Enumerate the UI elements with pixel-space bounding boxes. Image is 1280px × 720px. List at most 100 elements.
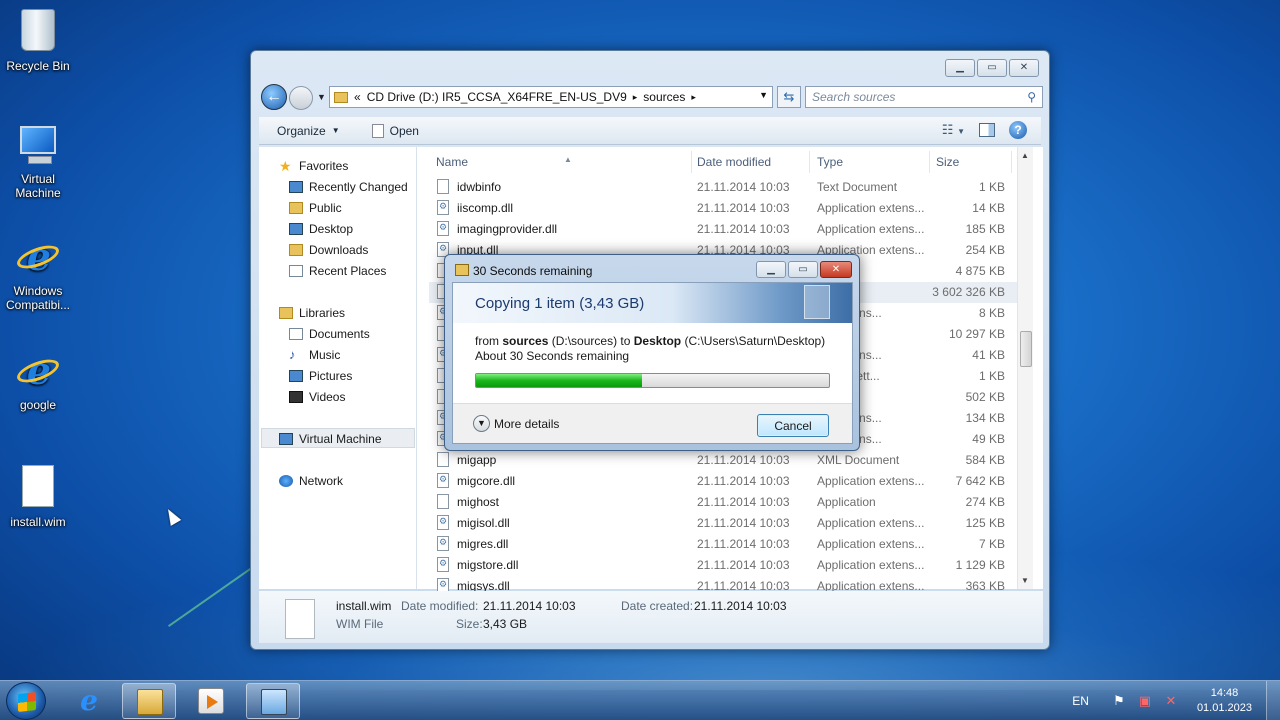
scrollbar-thumb[interactable] xyxy=(1020,331,1032,367)
cell-name: imagingprovider.dll xyxy=(457,222,558,236)
details-modified-label: Date modified: xyxy=(401,599,479,613)
more-details-toggle[interactable]: ▼ More details xyxy=(473,415,559,432)
minimize-button[interactable]: ▁ xyxy=(945,59,975,77)
nav-libraries[interactable]: Libraries xyxy=(279,304,345,322)
column-header-type[interactable]: Type xyxy=(817,151,843,173)
taskbar-copy-progress[interactable] xyxy=(246,683,300,719)
column-header-name[interactable]: Name ▲ xyxy=(436,151,572,173)
refresh-button[interactable]: ⇆ xyxy=(777,86,801,108)
preview-pane-icon[interactable] xyxy=(979,123,995,137)
organize-button[interactable]: Organize ▼ xyxy=(277,124,340,138)
destination-link[interactable]: Desktop xyxy=(634,334,681,348)
source-link[interactable]: sources xyxy=(502,334,548,348)
search-placeholder: Search sources xyxy=(812,90,896,104)
nav-virtual-machine[interactable]: Virtual Machine xyxy=(279,430,382,448)
nav-recent-places[interactable]: Recent Places xyxy=(289,262,386,280)
scroll-up-icon[interactable]: ▲ xyxy=(1021,151,1029,160)
recent-places-icon xyxy=(289,265,303,277)
cell-size: 10 297 KB xyxy=(948,327,1005,341)
maximize-button[interactable]: ▭ xyxy=(977,59,1007,77)
copy-icon xyxy=(455,264,469,276)
column-header-size[interactable]: Size xyxy=(936,151,959,173)
table-row[interactable]: idwbinfo 21.11.2014 10:03 Text Document 1 K… xyxy=(429,177,1021,198)
cell-size: 125 KB xyxy=(965,516,1005,530)
forward-button[interactable] xyxy=(289,86,313,110)
address-chevron[interactable]: « xyxy=(354,90,361,104)
desktop-icon-recycle-bin[interactable]: Recycle Bin xyxy=(0,6,76,73)
table-row[interactable]: migapp 21.11.2014 10:03 XML Document 584 KB xyxy=(429,450,1021,471)
clock[interactable]: 14:48 01.01.2023 xyxy=(1197,686,1252,716)
taskbar-windows-explorer[interactable] xyxy=(122,683,176,719)
breadcrumb-separator[interactable]: ▸ xyxy=(691,92,696,103)
desktop-icon-install-wim[interactable]: install.wim xyxy=(0,462,76,529)
address-dropdown-icon[interactable]: ▼ xyxy=(759,90,768,100)
details-modified-value: 21.11.2014 10:03 xyxy=(483,599,576,613)
network-warning-icon[interactable]: ▣ xyxy=(1137,694,1153,708)
nav-pictures[interactable]: Pictures xyxy=(289,367,352,385)
breadcrumb-sources[interactable]: sources xyxy=(643,90,685,104)
column-header-date[interactable]: Date modified xyxy=(697,151,771,173)
table-row[interactable]: migres.dll 21.11.2014 10:03 Application ex… xyxy=(429,534,1021,555)
minimize-button[interactable]: ▁ xyxy=(756,261,786,278)
table-row[interactable]: migisol.dll 21.11.2014 10:03 Application e… xyxy=(429,513,1021,534)
search-icon[interactable]: ⚲ xyxy=(1027,87,1036,107)
recent-pages-dropdown[interactable]: ▼ xyxy=(317,92,326,102)
source-path: (D:\sources) xyxy=(551,334,618,348)
dll-file-icon xyxy=(437,536,449,551)
copy-progress-dialog[interactable]: 30 Seconds remaining ▁ ▭ ✕ Copying 1 ite… xyxy=(444,254,860,451)
cell-name: mighost xyxy=(457,495,500,509)
view-options-icon[interactable]: ☷ ▼ xyxy=(942,122,965,138)
scroll-down-icon[interactable]: ▼ xyxy=(1021,576,1029,585)
nav-network[interactable]: Network xyxy=(279,472,343,490)
desktop-icon-windows-compatibility[interactable]: e Windows Compatibi... xyxy=(0,234,76,313)
organize-label: Organize xyxy=(277,123,326,138)
nav-public[interactable]: Public xyxy=(289,199,342,217)
nav-documents[interactable]: Documents xyxy=(289,325,370,343)
taskbar-media-player[interactable] xyxy=(184,683,238,719)
table-row[interactable]: iiscomp.dll 21.11.2014 10:03 Application e… xyxy=(429,198,1021,219)
nav-videos[interactable]: Videos xyxy=(289,388,345,406)
desktop-icon-google[interactable]: e google xyxy=(0,348,76,412)
close-button[interactable]: ✕ xyxy=(1009,59,1039,77)
maximize-button[interactable]: ▭ xyxy=(788,261,818,278)
vertical-scrollbar[interactable]: ▲ ▼ xyxy=(1017,147,1033,589)
nav-label: Public xyxy=(309,201,342,215)
column-divider[interactable] xyxy=(929,151,930,173)
close-button[interactable]: ✕ xyxy=(820,261,852,278)
taskbar-internet-explorer[interactable]: e xyxy=(62,683,116,719)
table-row[interactable]: mighost 21.11.2014 10:03 Application 274 KB xyxy=(429,492,1021,513)
show-desktop-button[interactable] xyxy=(1266,681,1280,720)
table-row[interactable]: imagingprovider.dll 21.11.2014 10:03 Appli… xyxy=(429,219,1021,240)
nav-recently-changed[interactable]: Recently Changed xyxy=(289,178,408,196)
nav-music[interactable]: ♪ Music xyxy=(289,346,340,364)
navigation-bar: ← ▼ « CD Drive (D:) IR5_CCSA_X64FRE_EN-U… xyxy=(259,83,1043,111)
nav-favorites[interactable]: ★ Favorites xyxy=(279,157,348,175)
cell-size: 3 602 326 KB xyxy=(932,285,1005,299)
nav-label: Favorites xyxy=(299,159,349,173)
command-bar: Organize ▼ Open ☷ ▼ ? xyxy=(259,117,1041,145)
progress-fill xyxy=(476,374,642,387)
breadcrumb-separator[interactable]: ▸ xyxy=(633,92,638,103)
address-bar[interactable]: « CD Drive (D:) IR5_CCSA_X64FRE_EN-US_DV… xyxy=(329,86,773,108)
nav-label: Recent Places xyxy=(309,264,387,278)
column-divider[interactable] xyxy=(1011,151,1012,173)
breadcrumb-cd-drive[interactable]: CD Drive (D:) IR5_CCSA_X64FRE_EN-US_DV9 xyxy=(367,90,627,104)
back-button[interactable]: ← xyxy=(261,84,287,110)
nav-desktop[interactable]: Desktop xyxy=(289,220,353,238)
open-button[interactable]: Open xyxy=(371,123,419,138)
language-indicator[interactable]: EN xyxy=(1072,694,1089,708)
details-size-label: Size: xyxy=(456,617,483,631)
cancel-button[interactable]: Cancel xyxy=(757,414,829,437)
column-divider[interactable] xyxy=(809,151,810,173)
nav-label: Recently Changed xyxy=(309,180,408,194)
desktop-icon-virtual-machine[interactable]: Virtual Machine xyxy=(0,122,76,200)
table-row[interactable]: migcore.dll 21.11.2014 10:03 Application e… xyxy=(429,471,1021,492)
action-center-flag-icon[interactable]: ⚑ xyxy=(1111,694,1127,708)
start-button[interactable] xyxy=(6,682,46,720)
nav-downloads[interactable]: Downloads xyxy=(289,241,368,259)
column-divider[interactable] xyxy=(691,151,692,173)
search-input[interactable]: Search sources ⚲ xyxy=(805,86,1043,108)
help-icon[interactable]: ? xyxy=(1009,121,1027,139)
table-row[interactable]: migstore.dll 21.11.2014 10:03 Application … xyxy=(429,555,1021,576)
volume-muted-icon[interactable]: ✕ xyxy=(1163,694,1179,708)
